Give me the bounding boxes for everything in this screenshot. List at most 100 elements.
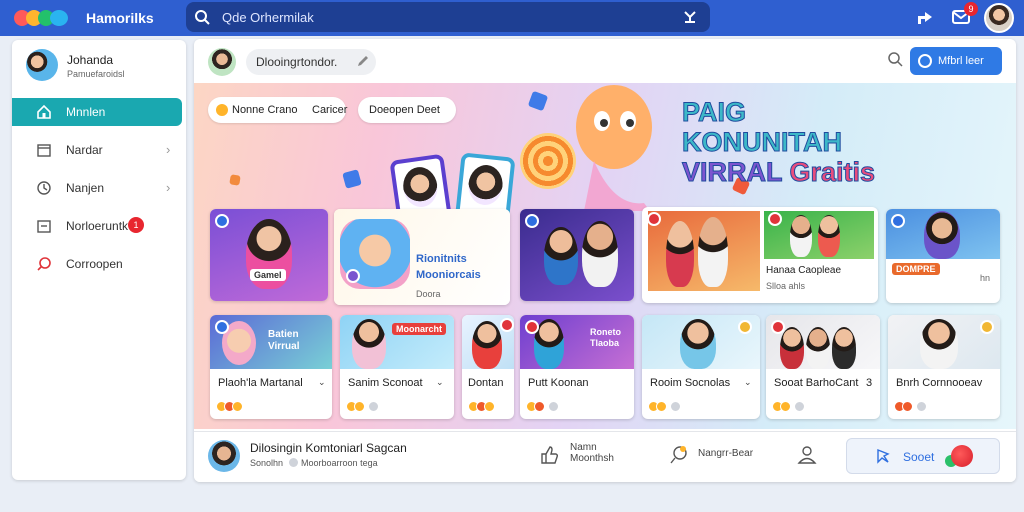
video-card[interactable]: Hanaa Caopleae Slloa ahls <box>642 207 878 303</box>
play-icon <box>525 214 539 228</box>
sidebar-item-inbox[interactable]: Norloeruntk 1 <box>12 212 182 240</box>
top-bar: Hamorilks 9 <box>0 0 1024 36</box>
filter-pill-2[interactable]: Doeopen Deet <box>358 97 456 123</box>
reactions[interactable] <box>526 399 559 412</box>
profile-icon[interactable] <box>796 444 818 466</box>
reactions[interactable] <box>216 399 243 412</box>
clock-icon <box>37 181 51 195</box>
play-icon <box>346 269 360 283</box>
card-title: Dontan <box>468 377 504 389</box>
chevron-down-icon[interactable]: ⌄ <box>318 377 326 388</box>
share-icon[interactable] <box>914 6 936 28</box>
search-user-icon[interactable] <box>886 51 904 69</box>
card-overlay-text: Batien Virrual <box>268 329 300 352</box>
pencil-icon <box>358 56 368 66</box>
headline-line-1: PAIG KONUNITAH <box>682 97 843 158</box>
app-title: Hamorilks <box>86 10 154 26</box>
filter-pill-1[interactable]: Nonne Crano Caricer <box>208 97 348 123</box>
filter-icon[interactable] <box>682 9 698 25</box>
video-card[interactable]: Batien Virrual Plaoh'la Martanal ⌄ <box>210 315 332 419</box>
card-subtitle: Slloa ahls <box>766 281 806 291</box>
calendar-icon <box>37 144 51 157</box>
card-title: Sanim Sconoat <box>348 377 423 389</box>
search-bar[interactable] <box>186 2 710 32</box>
sidebar: Johanda Pamuefaroidsl Mnnlen Nardar › Na… <box>12 40 186 480</box>
reactions[interactable] <box>772 399 805 412</box>
sidebar-item-clock[interactable]: Nanjen › <box>12 174 182 202</box>
header-action-button[interactable]: Mfbrl leer <box>910 47 1002 75</box>
action-comment[interactable]: Nangrr-Bear <box>698 448 753 459</box>
video-card[interactable]: Gamel <box>210 209 328 301</box>
reactions[interactable] <box>648 399 681 412</box>
play-icon <box>500 318 514 332</box>
search-input[interactable] <box>222 8 642 26</box>
bottom-bar: Dilosingin Komtoniarl Sagcan Sonolhn Moor… <box>194 431 1016 482</box>
profile-avatar[interactable] <box>26 49 58 81</box>
chevron-right-icon: › <box>166 142 171 157</box>
card-title: Rooim Socnolas <box>650 377 731 389</box>
chevron-right-icon: › <box>166 180 171 195</box>
headline-line-2: VIRRAL <box>681 157 783 188</box>
bottom-subtitle-a: Sonolhn <box>250 458 284 468</box>
app-logo[interactable] <box>14 8 70 28</box>
reactions[interactable] <box>468 399 495 412</box>
video-card[interactable]: DOMPRE hn <box>886 209 1000 303</box>
video-card[interactable]: Rooim Socnolas ⌄ <box>642 315 760 419</box>
profile-name[interactable]: Johanda <box>67 53 113 67</box>
home-icon <box>37 104 51 119</box>
play-icon <box>768 212 782 226</box>
bottom-subtitle: Sonolhn Moorboarroon tega <box>250 458 378 468</box>
card-overlay-text: Roneto Tlaoba <box>590 327 621 348</box>
play-icon <box>215 320 229 334</box>
card-title: Plaoh'la Martanal <box>218 377 303 389</box>
card-count: 3 <box>866 377 873 389</box>
action-like-sub: Moonthsh <box>570 453 614 464</box>
composer-input[interactable]: Dlooingrtondor. <box>246 49 376 75</box>
video-card[interactable]: Sooat BarhoCant 3 <box>766 315 880 419</box>
sidebar-item-label: Nardar <box>66 143 103 157</box>
inbox-icon <box>37 220 51 233</box>
circle-icon <box>918 54 932 68</box>
sidebar-item-label: Nanjen <box>66 181 105 195</box>
play-icon <box>771 320 785 334</box>
sidebar-item-search[interactable]: Corroopen <box>12 250 182 278</box>
card-subtitle: Doora <box>416 289 441 299</box>
notification-badge: 9 <box>964 2 978 16</box>
reactions[interactable] <box>894 399 927 412</box>
reactions[interactable] <box>346 399 379 412</box>
share-button[interactable]: Sooet <box>846 438 1000 474</box>
card-title: Bnrh Cornnooeav <box>896 377 983 389</box>
user-avatar[interactable] <box>984 3 1014 33</box>
play-icon <box>891 214 905 228</box>
card-title: Rionitnits <box>416 253 467 265</box>
search-icon <box>195 10 210 25</box>
sparkle-icon <box>342 169 362 189</box>
play-icon <box>215 214 229 228</box>
sidebar-item-home[interactable]: Mnnlen <box>12 98 182 126</box>
bottom-avatar[interactable] <box>208 440 240 472</box>
action-like-label: Namn <box>570 442 597 453</box>
pill-label: Nonne Crano <box>232 104 298 116</box>
chevron-down-icon[interactable]: ⌄ <box>436 377 444 388</box>
chevron-down-icon[interactable]: ⌄ <box>744 377 752 388</box>
sidebar-item-calendar[interactable]: Nardar › <box>12 136 182 164</box>
action-like[interactable]: Namn Moonthsh <box>570 442 614 464</box>
feature-card[interactable]: Rionitnits Mooniorcais Doora <box>334 209 510 305</box>
card-subtitle: hn <box>980 273 991 283</box>
hero-banner: Nonne Crano Caricer Doeopen Deet PAIG KO… <box>194 83 1016 429</box>
comment-icon[interactable] <box>668 444 690 466</box>
play-icon <box>738 320 752 334</box>
video-card[interactable]: Dontan <box>462 315 514 419</box>
video-card[interactable]: Bnrh Cornnooeav <box>888 315 1000 419</box>
like-icon[interactable] <box>538 444 560 466</box>
sidebar-item-label: Corroopen <box>66 257 123 271</box>
sparkle-icon <box>527 90 549 112</box>
coin-icon <box>216 104 228 116</box>
pill-label: Doeopen Deet <box>369 104 440 116</box>
video-card[interactable]: Roneto Tlaoba Putt Koonan <box>520 315 634 419</box>
inbox-badge: 1 <box>128 217 144 233</box>
main-panel: Dlooingrtondor. Mfbrl leer Nonne Crano C… <box>194 39 1016 482</box>
pill-extra: Caricer <box>312 104 348 116</box>
video-card[interactable]: Moonarcht Sanim Sconoat ⌄ <box>340 315 454 419</box>
video-card[interactable] <box>520 209 634 301</box>
